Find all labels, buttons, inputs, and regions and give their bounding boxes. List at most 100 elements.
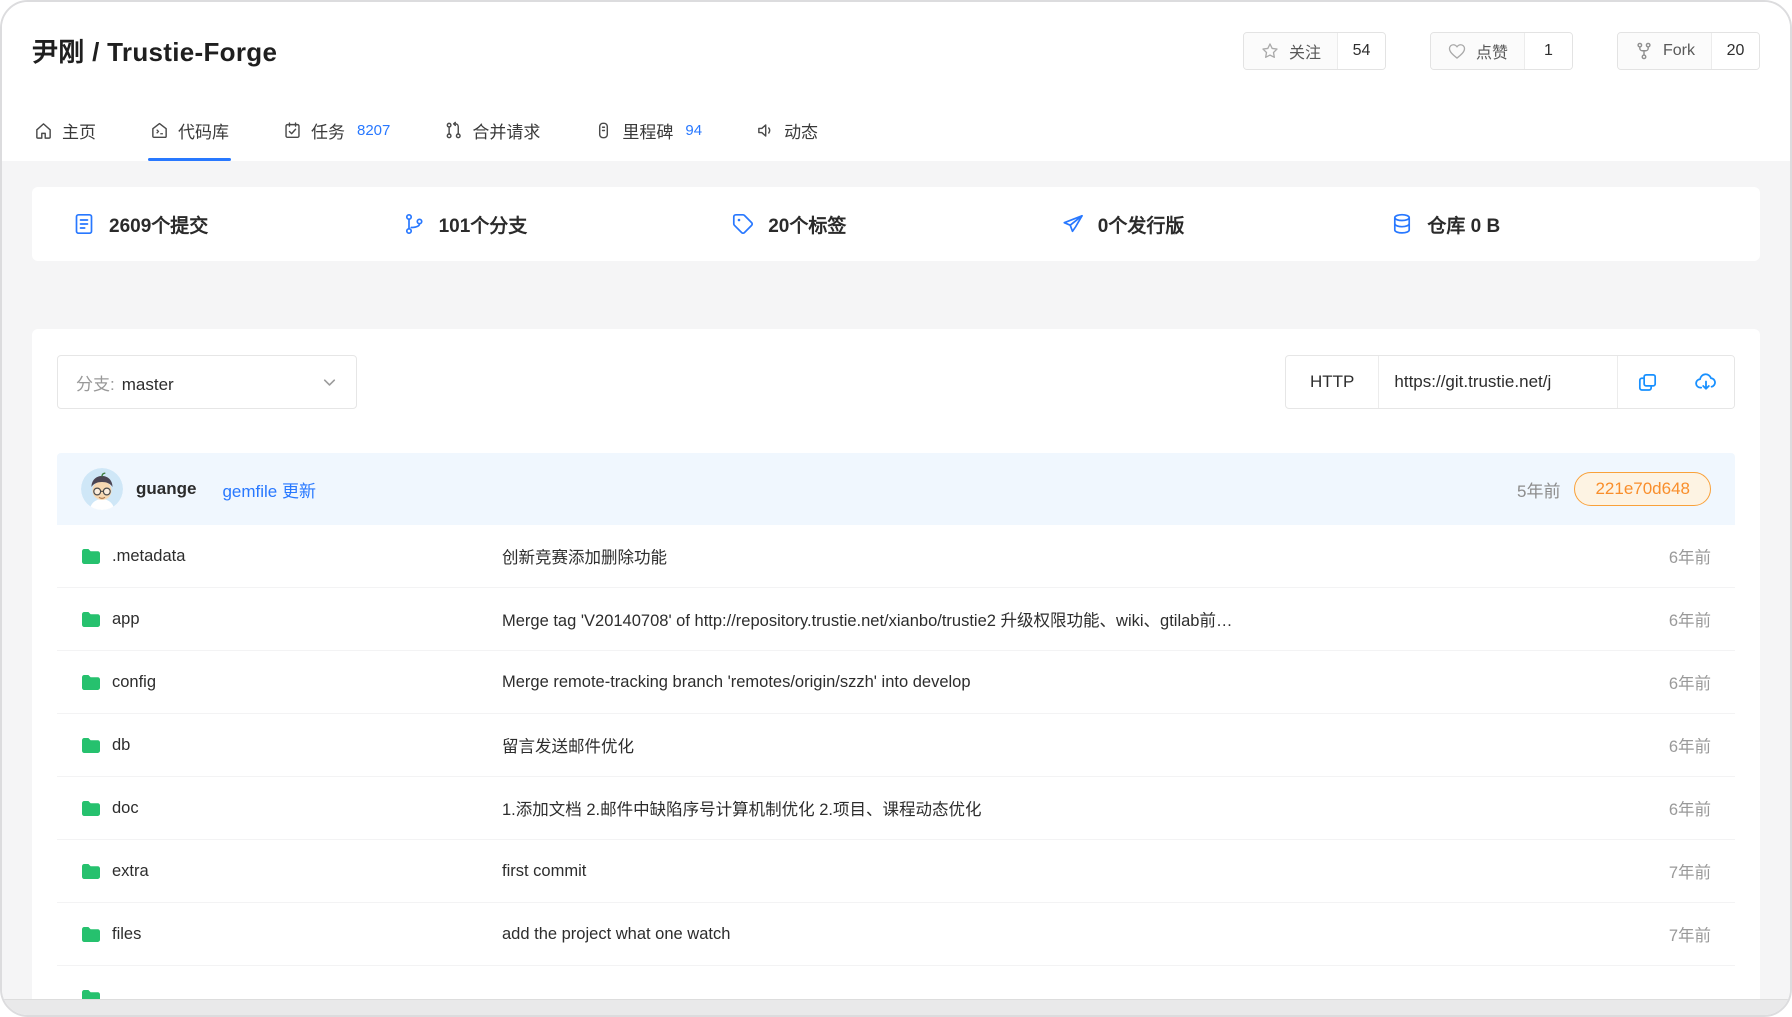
avatar[interactable] bbox=[81, 468, 123, 510]
protocol-select[interactable]: HTTP bbox=[1286, 356, 1379, 408]
commit-time: 6年前 bbox=[1601, 607, 1711, 631]
tab-pulls[interactable]: 合并请求 bbox=[442, 99, 542, 161]
repo-toolbar: 分支: master HTTP https://git.trustie.net/j bbox=[57, 355, 1735, 409]
tab-badge: 8207 bbox=[357, 122, 390, 139]
commit-time: 6年前 bbox=[1601, 733, 1711, 757]
stat-tags[interactable]: 20个标签 bbox=[731, 211, 1061, 238]
merge-request-icon bbox=[444, 121, 463, 140]
stat-branches[interactable]: 101个分支 bbox=[402, 211, 732, 238]
commit-hash-badge[interactable]: 221e70d648 bbox=[1574, 472, 1711, 506]
clone-url-input[interactable]: https://git.trustie.net/j bbox=[1379, 356, 1618, 408]
home-icon bbox=[34, 121, 53, 140]
branch-label: 分支: bbox=[76, 375, 115, 394]
fork-icon bbox=[1634, 41, 1654, 61]
repo-stats-bar: 2609个提交 101个分支 20个标签 0个发行版 bbox=[32, 187, 1760, 261]
branch-value: master bbox=[122, 375, 174, 394]
table-row[interactable]: app Merge tag 'V20140708' of http://repo… bbox=[57, 588, 1735, 651]
tag-icon bbox=[731, 212, 755, 236]
folder-icon bbox=[81, 674, 101, 691]
tab-label: 里程碑 bbox=[622, 118, 673, 143]
commit-author[interactable]: guange bbox=[136, 479, 196, 499]
tab-badge: 94 bbox=[685, 122, 702, 139]
folder-icon bbox=[81, 863, 101, 880]
watch-button[interactable]: 关注 54 bbox=[1243, 32, 1386, 70]
watch-count[interactable]: 54 bbox=[1337, 33, 1385, 69]
commit-message[interactable]: 创新竞赛添加删除功能 bbox=[502, 544, 1601, 568]
table-row[interactable]: .metadata 创新竞赛添加删除功能 6年前 bbox=[57, 525, 1735, 588]
copy-button[interactable] bbox=[1618, 356, 1676, 408]
file-name[interactable]: config bbox=[112, 673, 156, 692]
tab-label: 代码库 bbox=[178, 118, 229, 143]
table-row[interactable]: files add the project what one watch 7年前 bbox=[57, 903, 1735, 966]
folder-icon bbox=[81, 737, 101, 754]
stat-commits[interactable]: 2609个提交 bbox=[72, 211, 402, 238]
watch-label: 关注 bbox=[1289, 39, 1321, 63]
fork-label: Fork bbox=[1663, 42, 1695, 60]
table-row[interactable]: db 留言发送邮件优化 6年前 bbox=[57, 714, 1735, 777]
praise-label: 点赞 bbox=[1476, 39, 1508, 63]
commit-time: 7年前 bbox=[1601, 859, 1711, 883]
star-icon bbox=[1260, 41, 1280, 61]
heart-icon bbox=[1447, 41, 1467, 61]
tab-label: 合并请求 bbox=[472, 118, 540, 143]
commit-time: 6年前 bbox=[1601, 544, 1711, 568]
cloud-download-icon bbox=[1694, 370, 1718, 394]
stat-label: 20个标签 bbox=[768, 211, 846, 238]
stat-label: 101个分支 bbox=[439, 211, 528, 238]
folder-icon bbox=[81, 926, 101, 943]
file-name[interactable]: app bbox=[112, 610, 140, 629]
commit-message[interactable]: add the project what one watch bbox=[502, 925, 1601, 944]
folder-icon bbox=[81, 548, 101, 565]
stat-label: 2609个提交 bbox=[109, 211, 208, 238]
latest-commit-message[interactable]: gemfile 更新 bbox=[222, 477, 316, 502]
copy-icon bbox=[1636, 371, 1659, 394]
code-repo-icon bbox=[150, 121, 169, 140]
commit-message[interactable]: Merge tag 'V20140708' of http://reposito… bbox=[502, 607, 1601, 631]
table-row[interactable]: doc 1.添加文档 2.邮件中缺陷序号计算机制优化 2.项目、课程动态优化 6… bbox=[57, 777, 1735, 840]
stat-releases[interactable]: 0个发行版 bbox=[1061, 211, 1391, 238]
file-name[interactable]: db bbox=[112, 736, 130, 755]
chevron-down-icon bbox=[321, 374, 338, 391]
commit-message[interactable]: Merge remote-tracking branch 'remotes/or… bbox=[502, 673, 1601, 692]
commit-time: 5年前 bbox=[1517, 477, 1560, 502]
commit-time: 7年前 bbox=[1601, 922, 1711, 946]
tab-label: 主页 bbox=[62, 118, 96, 143]
praise-button[interactable]: 点赞 1 bbox=[1430, 32, 1573, 70]
branch-icon bbox=[402, 212, 426, 236]
fork-button[interactable]: Fork 20 bbox=[1617, 32, 1760, 70]
repo-actions: 关注 54 点赞 1 bbox=[1243, 32, 1760, 70]
stat-repo-size[interactable]: 仓库 0 B bbox=[1390, 211, 1720, 238]
tab-home[interactable]: 主页 bbox=[32, 99, 98, 161]
milestone-icon bbox=[594, 121, 613, 140]
tab-code[interactable]: 代码库 bbox=[148, 99, 231, 161]
branch-selector[interactable]: 分支: master bbox=[57, 355, 357, 409]
commit-time: 6年前 bbox=[1601, 796, 1711, 820]
file-name[interactable]: .metadata bbox=[112, 547, 185, 566]
file-list: .metadata 创新竞赛添加删除功能 6年前 app Merg bbox=[57, 525, 1735, 1017]
commit-message[interactable]: first commit bbox=[502, 862, 1601, 881]
stat-label: 0个发行版 bbox=[1098, 211, 1185, 238]
repo-tabs: 主页 代码库 任务 8207 合并请 bbox=[32, 99, 1760, 161]
praise-count[interactable]: 1 bbox=[1524, 33, 1572, 69]
commit-message[interactable]: 1.添加文档 2.邮件中缺陷序号计算机制优化 2.项目、课程动态优化 bbox=[502, 796, 1601, 820]
repo-header: 尹刚 / Trustie-Forge 关注 54 bbox=[2, 2, 1790, 161]
commit-message[interactable]: 留言发送邮件优化 bbox=[502, 733, 1601, 757]
table-row[interactable]: config Merge remote-tracking branch 'rem… bbox=[57, 651, 1735, 714]
table-row[interactable]: extra first commit 7年前 bbox=[57, 840, 1735, 903]
file-name[interactable]: extra bbox=[112, 862, 149, 881]
task-icon bbox=[283, 121, 302, 140]
repo-card: 分支: master HTTP https://git.trustie.net/j bbox=[32, 329, 1760, 1017]
download-button[interactable] bbox=[1676, 356, 1734, 408]
speaker-icon bbox=[756, 121, 775, 140]
file-name[interactable]: files bbox=[112, 925, 141, 944]
commit-time: 6年前 bbox=[1601, 670, 1711, 694]
latest-commit-bar: guange gemfile 更新 5年前 221e70d648 bbox=[57, 453, 1735, 525]
tab-milestones[interactable]: 里程碑 94 bbox=[592, 99, 704, 161]
fork-count[interactable]: 20 bbox=[1711, 33, 1759, 69]
release-icon bbox=[1061, 212, 1085, 236]
tab-issues[interactable]: 任务 8207 bbox=[281, 99, 392, 161]
database-icon bbox=[1390, 212, 1414, 236]
file-name[interactable]: doc bbox=[112, 799, 139, 818]
tab-label: 动态 bbox=[784, 118, 818, 143]
tab-activity[interactable]: 动态 bbox=[754, 99, 820, 161]
